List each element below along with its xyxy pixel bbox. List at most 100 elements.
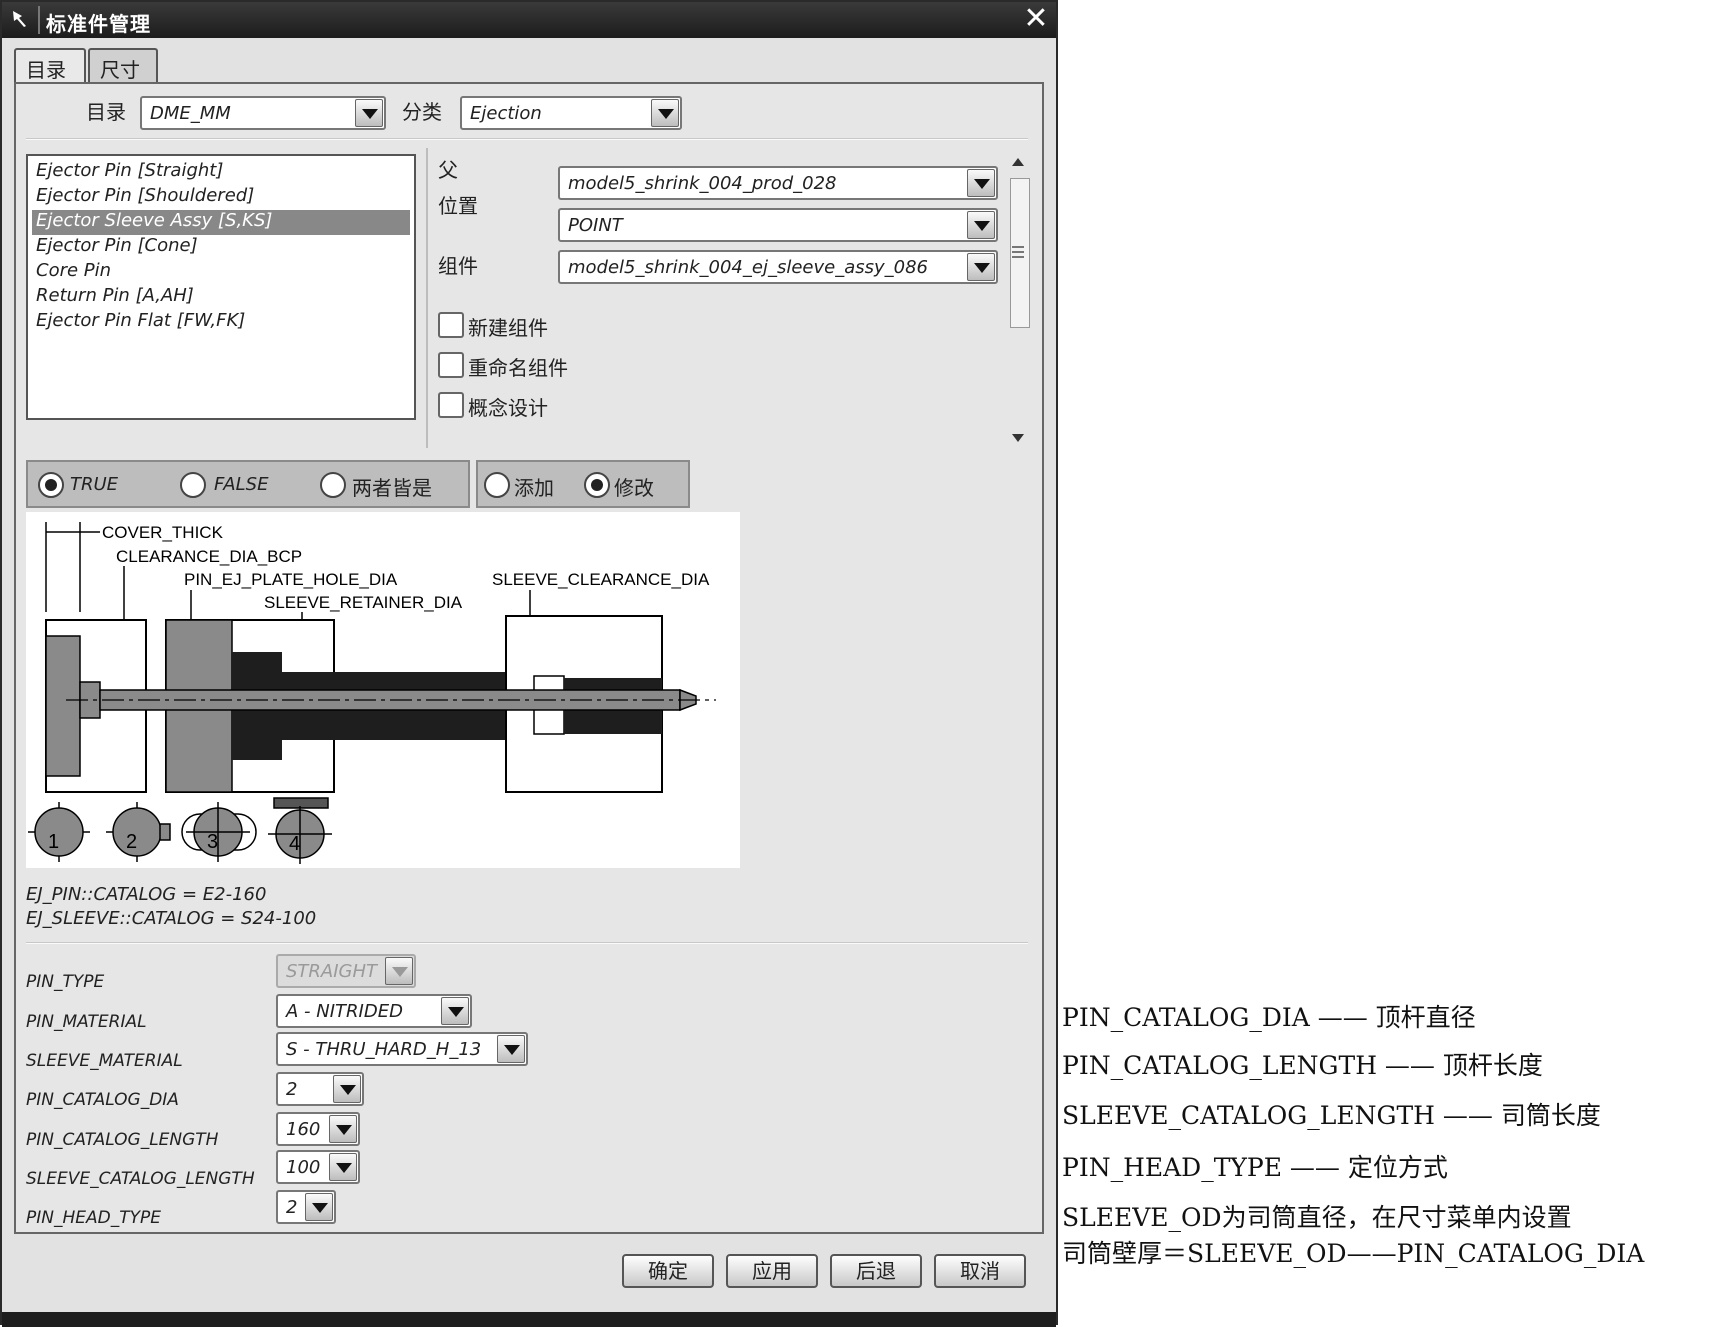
- chevron-down-icon[interactable]: [355, 99, 383, 127]
- radio-true-label: TRUE: [70, 474, 119, 495]
- sleeve-material-value: S - THRU_HARD_H_13: [286, 1039, 482, 1060]
- position-select[interactable]: POINT: [558, 208, 998, 242]
- chevron-down-icon[interactable]: [651, 99, 679, 127]
- param-pin-catalog-length-label: PIN_CATALOG_LENGTH: [26, 1130, 219, 1150]
- pin-material-value: A - NITRIDED: [286, 1001, 403, 1022]
- radio-true[interactable]: [38, 472, 64, 498]
- vertical-divider: [426, 148, 428, 448]
- annotation-sleeve-od: SLEEVE_OD为司筒直径，在尺寸菜单内设置: [1062, 1203, 1572, 1232]
- component-value: model5_shrink_004_ej_sleeve_assy_086: [568, 257, 928, 278]
- scroll-up-icon[interactable]: [1012, 158, 1024, 166]
- radio-false[interactable]: [180, 472, 206, 498]
- rename-component-checkbox[interactable]: [438, 352, 464, 378]
- title-bar[interactable]: 标准件管理 ✕: [2, 2, 1056, 38]
- radio-both[interactable]: [320, 472, 346, 498]
- cancel-button[interactable]: 取消: [934, 1254, 1026, 1288]
- radio-modify-label: 修改: [614, 476, 654, 500]
- annotation-sleeve-catalog-length: SLEEVE_CATALOG_LENGTH —— 司筒长度: [1062, 1101, 1601, 1130]
- list-item[interactable]: Return Pin [A,AH]: [32, 285, 410, 310]
- concept-design-checkbox[interactable]: [438, 392, 464, 418]
- position-label: 位置: [438, 194, 478, 218]
- chevron-down-icon[interactable]: [967, 211, 995, 239]
- tab-dimensions[interactable]: 尺寸: [88, 48, 158, 84]
- chevron-down-icon[interactable]: [967, 169, 995, 197]
- fields-scrollbar[interactable]: [1008, 148, 1032, 448]
- sleeve-catalog-length-select[interactable]: 100: [276, 1150, 360, 1184]
- label-clearance-dia-bcp: CLEARANCE_DIA_BCP: [116, 547, 302, 566]
- chevron-down-icon[interactable]: [497, 1035, 525, 1063]
- param-sleeve-material-label: SLEEVE_MATERIAL: [26, 1051, 183, 1071]
- list-item[interactable]: Core Pin: [32, 260, 410, 285]
- pin-catalog-dia-select[interactable]: 2: [276, 1072, 364, 1106]
- component-select[interactable]: model5_shrink_004_ej_sleeve_assy_086: [558, 250, 998, 284]
- list-item[interactable]: Ejector Pin [Straight]: [32, 160, 410, 185]
- title-separator: [38, 6, 40, 34]
- list-item-selected[interactable]: Ejector Sleeve Assy [S,KS]: [32, 210, 410, 235]
- annotation-pin-head-type: PIN_HEAD_TYPE —— 定位方式: [1062, 1153, 1448, 1182]
- category-value: Ejection: [470, 103, 542, 124]
- back-button[interactable]: 后退: [830, 1254, 922, 1288]
- catalog-panel: 目录 DME_MM 分类 Ejection Ejector Pin [Strai…: [14, 82, 1044, 1234]
- category-label: 分类: [402, 100, 442, 124]
- chevron-down-icon[interactable]: [333, 1075, 361, 1103]
- chevron-down-icon: [385, 957, 413, 985]
- parent-select[interactable]: model5_shrink_004_prod_028: [558, 166, 998, 200]
- pin-catalog-dia-value: 2: [286, 1079, 298, 1100]
- catalog-value: DME_MM: [150, 103, 231, 124]
- radio-add[interactable]: [484, 472, 510, 498]
- concept-design-label: 概念设计: [468, 396, 548, 420]
- param-sleeve-catalog-length-label: SLEEVE_CATALOG_LENGTH: [26, 1169, 255, 1189]
- component-label: 组件: [438, 254, 478, 278]
- pin-head-type-select[interactable]: 2: [276, 1190, 336, 1224]
- true-false-radio-group: TRUE FALSE 两者皆是: [26, 460, 470, 508]
- chevron-down-icon[interactable]: [441, 997, 469, 1025]
- list-item[interactable]: Ejector Pin Flat [FW,FK]: [32, 310, 410, 335]
- annotation-pin-catalog-dia: PIN_CATALOG_DIA —— 顶杆直径: [1062, 1003, 1476, 1032]
- rename-component-label: 重命名组件: [468, 356, 568, 380]
- pin-head-type-value: 2: [286, 1197, 298, 1218]
- close-icon[interactable]: ✕: [1022, 4, 1050, 34]
- tab-catalog[interactable]: 目录: [14, 48, 86, 86]
- head-type-3: 3: [207, 831, 218, 853]
- ok-button[interactable]: 确定: [622, 1254, 714, 1288]
- position-value: POINT: [568, 215, 623, 236]
- diagram-svg: COVER_THICK CLEARANCE_DIA_BCP PIN_EJ_PLA…: [28, 522, 716, 864]
- annotation-wall-thickness: 司筒壁厚＝SLEEVE_OD——PIN_CATALOG_DIA: [1062, 1239, 1645, 1268]
- divider: [26, 138, 1028, 140]
- head-type-1: 1: [48, 831, 59, 853]
- list-item[interactable]: Ejector Pin [Shouldered]: [32, 185, 410, 210]
- param-pin-type-label: PIN_TYPE: [26, 972, 105, 992]
- chevron-down-icon[interactable]: [305, 1193, 333, 1221]
- add-modify-radio-group: 添加 修改: [476, 460, 690, 508]
- pin-material-select[interactable]: A - NITRIDED: [276, 994, 472, 1028]
- sleeve-catalog-length-value: 100: [286, 1157, 321, 1178]
- param-pin-catalog-dia-label: PIN_CATALOG_DIA: [26, 1090, 179, 1110]
- category-select[interactable]: Ejection: [460, 96, 682, 130]
- param-pin-head-type-label: PIN_HEAD_TYPE: [26, 1208, 161, 1228]
- apply-button[interactable]: 应用: [726, 1254, 818, 1288]
- catalog-select[interactable]: DME_MM: [140, 96, 386, 130]
- new-component-checkbox[interactable]: [438, 312, 464, 338]
- scroll-down-icon[interactable]: [1012, 434, 1024, 442]
- pin-tool-icon: [13, 11, 26, 27]
- chevron-down-icon[interactable]: [329, 1153, 357, 1181]
- label-sleeve-clearance-dia: SLEEVE_CLEARANCE_DIA: [492, 570, 710, 589]
- sleeve-material-select[interactable]: S - THRU_HARD_H_13: [276, 1032, 528, 1066]
- standard-part-dialog: 标准件管理 ✕ 目录 尺寸 目录 DME_MM 分类 Ejection Ejec…: [0, 0, 1058, 1327]
- pin-type-select: STRAIGHT: [276, 954, 416, 988]
- head-type-2: 2: [126, 831, 137, 853]
- chevron-down-icon[interactable]: [967, 253, 995, 281]
- radio-modify[interactable]: [584, 472, 610, 498]
- pin-catalog-length-select[interactable]: 160: [276, 1112, 360, 1146]
- grip-icon: [1012, 246, 1024, 258]
- chevron-down-icon[interactable]: [329, 1115, 357, 1143]
- pin-catalog-length-value: 160: [286, 1119, 321, 1140]
- annotation-pin-catalog-length: PIN_CATALOG_LENGTH —— 顶杆长度: [1062, 1051, 1543, 1080]
- pin-type-value: STRAIGHT: [286, 961, 378, 982]
- divider: [26, 942, 1028, 944]
- list-item[interactable]: Ejector Pin [Cone]: [32, 235, 410, 260]
- parts-listbox[interactable]: Ejector Pin [Straight] Ejector Pin [Shou…: [26, 154, 416, 420]
- parent-value: model5_shrink_004_prod_028: [568, 173, 837, 194]
- sleeve-catalog-info: EJ_SLEEVE::CATALOG = S24-100: [26, 908, 317, 929]
- label-pin-ej-plate-hole-dia: PIN_EJ_PLATE_HOLE_DIA: [184, 570, 398, 589]
